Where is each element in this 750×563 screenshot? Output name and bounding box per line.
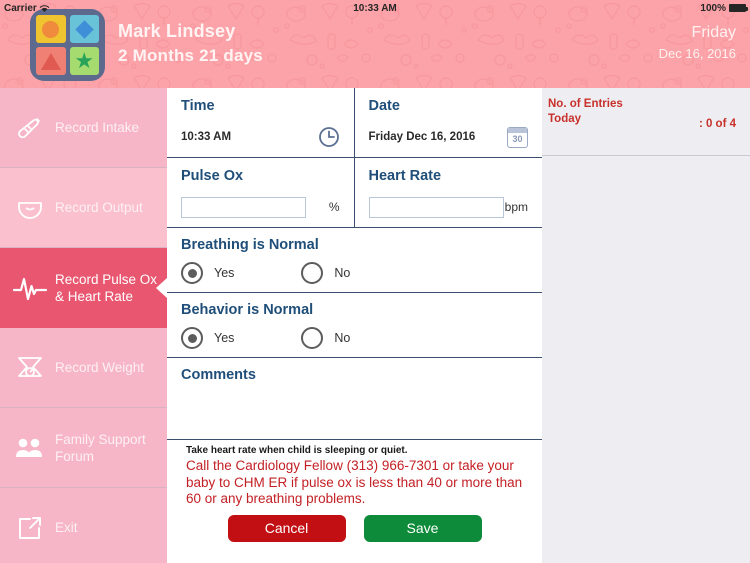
behavior-section: Behavior is Normal Yes No bbox=[167, 293, 542, 358]
behavior-no-label: No bbox=[334, 331, 351, 345]
pulse-ox-input[interactable] bbox=[181, 196, 306, 218]
logo-cell-star: ★ bbox=[69, 47, 99, 75]
pulse-ox-unit: % bbox=[328, 200, 340, 214]
status-right: 100% bbox=[700, 2, 748, 14]
date-value-row[interactable]: Friday Dec 16, 2016 30 bbox=[368, 126, 528, 148]
breathing-radio-row: Yes No bbox=[181, 262, 528, 284]
behavior-yes-option[interactable]: Yes bbox=[181, 327, 234, 349]
triangle-icon bbox=[40, 52, 61, 70]
header-day: Friday bbox=[691, 24, 736, 41]
breathing-yes-label: Yes bbox=[214, 266, 235, 280]
behavior-radio-row: Yes No bbox=[181, 327, 528, 349]
time-value: 10:33 AM bbox=[181, 131, 232, 143]
diamond-icon bbox=[75, 19, 94, 39]
heart-rate-label: Heart Rate bbox=[368, 168, 442, 184]
people-group-icon bbox=[8, 426, 52, 470]
behavior-label: Behavior is Normal bbox=[181, 302, 314, 318]
sidebar-item-label: Family Support Forum bbox=[52, 431, 146, 465]
pulse-ox-label: Pulse Ox bbox=[181, 168, 244, 184]
sidebar-item-label-line2: Forum bbox=[55, 448, 95, 464]
heart-rate-input[interactable] bbox=[368, 196, 504, 218]
logo-cell-circle bbox=[36, 15, 66, 43]
sidebar-item-label: Record Output bbox=[55, 200, 143, 215]
sidebar-item-label: Record Weight bbox=[55, 360, 145, 375]
status-time: 10:33 AM bbox=[353, 2, 397, 14]
date-label: Date bbox=[368, 98, 400, 114]
heart-rate-note: Take heart rate when child is sleeping o… bbox=[186, 445, 408, 456]
time-date-row: Time 10:33 AM Date Friday Dec 16, 2016 3… bbox=[167, 88, 542, 158]
comments-input[interactable] bbox=[181, 389, 528, 433]
app-logo: ★ bbox=[30, 9, 105, 81]
sidebar-item-label: Record Intake bbox=[55, 120, 140, 135]
entries-divider bbox=[542, 155, 750, 156]
main-form: Time 10:33 AM Date Friday Dec 16, 2016 3… bbox=[167, 88, 542, 563]
behavior-yes-label: Yes bbox=[214, 331, 235, 345]
comments-section: Comments bbox=[167, 358, 542, 440]
sidebar-item-label-line1: Family Support bbox=[55, 431, 146, 447]
time-field-group: Time 10:33 AM bbox=[167, 88, 355, 157]
active-indicator-arrow-icon bbox=[156, 277, 167, 298]
sidebar-item-label-line2: & Heart Rate bbox=[55, 288, 134, 304]
star-icon: ★ bbox=[74, 48, 95, 73]
behavior-no-option[interactable]: No bbox=[301, 327, 350, 349]
cancel-button[interactable]: Cancel bbox=[227, 514, 346, 542]
sidebar: Record Intake Record Output Record Pulse… bbox=[0, 88, 167, 563]
clock-icon[interactable] bbox=[318, 126, 340, 148]
time-label: Time bbox=[181, 98, 215, 114]
heartbeat-pulse-icon bbox=[8, 266, 52, 310]
date-field-group: Date Friday Dec 16, 2016 30 bbox=[355, 88, 543, 157]
radio-checked-icon[interactable] bbox=[181, 327, 203, 349]
sidebar-item-record-intake[interactable]: Record Intake bbox=[0, 88, 167, 168]
exit-arrow-icon bbox=[8, 506, 52, 550]
save-button[interactable]: Save bbox=[363, 514, 482, 542]
heart-rate-field-group: Heart Rate bpm bbox=[355, 158, 543, 227]
breathing-no-option[interactable]: No bbox=[301, 262, 350, 284]
breathing-label: Breathing is Normal bbox=[181, 237, 319, 253]
entries-summary: No. of Entries Today : 0 of 4 bbox=[542, 88, 750, 155]
weight-scale-icon bbox=[8, 346, 52, 390]
radio-checked-icon[interactable] bbox=[181, 262, 203, 284]
pulse-ox-input-row: % bbox=[181, 196, 340, 218]
sidebar-item-exit[interactable]: Exit bbox=[0, 488, 167, 563]
sidebar-item-record-pulse-ox-heart-rate[interactable]: Record Pulse Ox & Heart Rate bbox=[0, 248, 167, 328]
emergency-warning-text: Call the Cardiology Fellow (313) 966-730… bbox=[186, 458, 523, 506]
battery-percent: 100% bbox=[700, 2, 726, 14]
sidebar-item-record-weight[interactable]: Record Weight bbox=[0, 328, 167, 408]
entries-title-line1: No. of Entries bbox=[548, 98, 623, 110]
sidebar-item-label-line1: Record Pulse Ox bbox=[55, 271, 158, 287]
app-root: ★ Mark Lindsey 2 Months 21 days Friday D… bbox=[0, 0, 750, 563]
pulse-ox-field-group: Pulse Ox % bbox=[167, 158, 355, 227]
sidebar-item-family-support-forum[interactable]: Family Support Forum bbox=[0, 408, 167, 488]
calendar-header-bar bbox=[508, 127, 527, 133]
battery-full-icon bbox=[729, 4, 748, 12]
breathing-yes-option[interactable]: Yes bbox=[181, 262, 234, 284]
sidebar-item-label: Exit bbox=[55, 520, 78, 535]
heart-rate-unit: bpm bbox=[504, 200, 528, 214]
time-value-row[interactable]: 10:33 AM bbox=[181, 126, 340, 148]
radio-unchecked-icon[interactable] bbox=[301, 327, 324, 349]
sidebar-item-label: Record Pulse Ox & Heart Rate bbox=[52, 271, 157, 305]
date-value: Friday Dec 16, 2016 bbox=[368, 131, 476, 143]
form-actions: Cancel Save bbox=[167, 508, 542, 542]
logo-cell-triangle bbox=[36, 47, 66, 75]
entries-count: : 0 of 4 bbox=[698, 118, 736, 130]
status-bar: Carrier 10:33 AM 100% bbox=[0, 0, 750, 16]
breathing-section: Breathing is Normal Yes No bbox=[167, 228, 542, 293]
radio-unchecked-icon[interactable] bbox=[301, 262, 324, 284]
heart-rate-input-row: bpm bbox=[368, 196, 528, 218]
sidebar-item-record-output[interactable]: Record Output bbox=[0, 168, 167, 248]
patient-age: 2 Months 21 days bbox=[118, 46, 263, 65]
logo-cell-diamond bbox=[69, 15, 99, 43]
header-date: Dec 16, 2016 bbox=[658, 46, 736, 61]
circle-icon bbox=[42, 20, 60, 38]
diaper-icon bbox=[8, 186, 52, 230]
breathing-no-label: No bbox=[334, 266, 351, 280]
calendar-day-number: 30 bbox=[512, 133, 523, 144]
calendar-icon[interactable]: 30 bbox=[507, 126, 528, 148]
patient-name: Mark Lindsey bbox=[118, 21, 236, 41]
vitals-row: Pulse Ox % Heart Rate bpm bbox=[167, 158, 542, 228]
comments-label: Comments bbox=[181, 367, 256, 383]
baby-bottle-icon bbox=[8, 106, 52, 150]
entries-panel: No. of Entries Today : 0 of 4 bbox=[542, 88, 750, 563]
